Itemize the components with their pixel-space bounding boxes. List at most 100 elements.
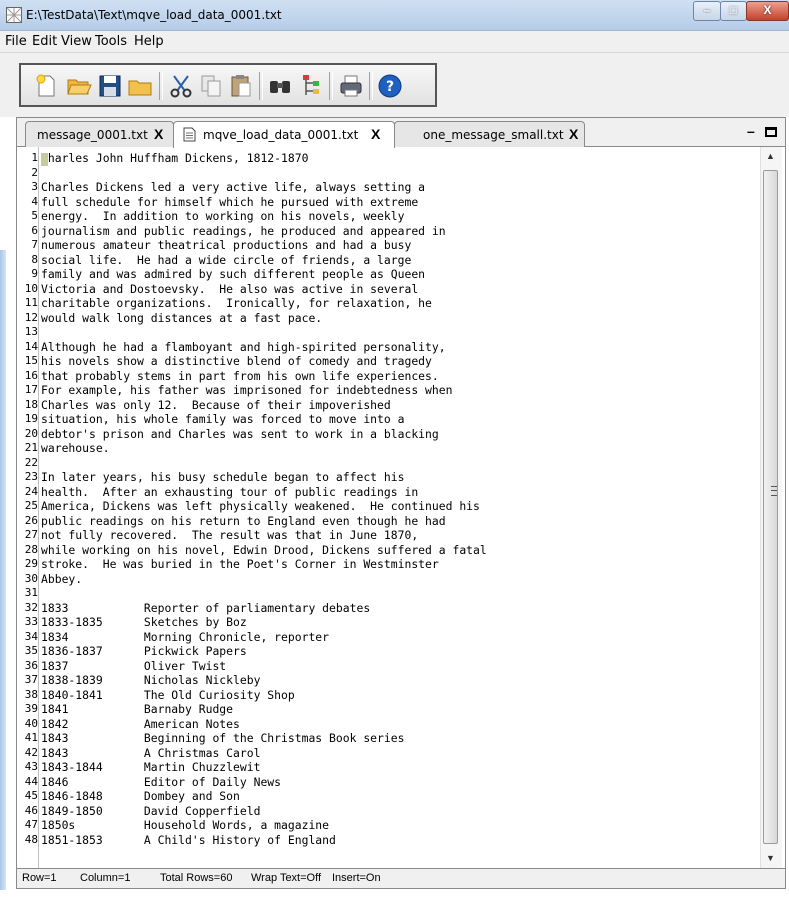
line-number: 45 xyxy=(24,789,38,802)
app-icon xyxy=(6,7,22,23)
folder-icon[interactable] xyxy=(127,73,153,99)
tree-view-icon[interactable] xyxy=(298,73,324,99)
line-number: 16 xyxy=(24,368,38,382)
text-line[interactable]: 1842 American Notes xyxy=(41,717,240,732)
text-line[interactable]: 1833 Reporter of parliamentary debates xyxy=(41,601,370,616)
tab-close-icon[interactable]: X xyxy=(154,126,163,142)
text-line[interactable]: Abbey. xyxy=(41,572,82,587)
tab-one-message-small[interactable]: one_message_small.txt X xyxy=(394,121,585,147)
text-line[interactable]: In later years, his busy schedule began … xyxy=(41,470,404,485)
text-line[interactable]: family and was admired by such different… xyxy=(41,267,425,282)
toolbar-separator xyxy=(329,72,333,100)
text-line[interactable]: Although he had a flamboyant and high-sp… xyxy=(41,340,446,355)
tab-message-0001[interactable]: message_0001.txt X xyxy=(25,121,174,147)
text-line[interactable]: while working on his novel, Edwin Drood,… xyxy=(41,543,487,558)
text-line[interactable]: 1846 Editor of Daily News xyxy=(41,775,281,790)
toolbar-separator xyxy=(369,72,373,100)
text-line[interactable]: energy. In addition to working on his no… xyxy=(41,209,404,224)
close-button[interactable]: X xyxy=(746,1,789,21)
tab-maximize-icon[interactable] xyxy=(765,127,777,137)
scroll-down-icon[interactable]: ▼ xyxy=(766,853,775,863)
text-line[interactable]: America, Dickens was left physically wea… xyxy=(41,499,480,514)
text-line[interactable]: 1850s Household Words, a magazine xyxy=(41,818,329,833)
vertical-scrollbar[interactable]: ▲ ▼ xyxy=(760,147,782,868)
tab-close-icon[interactable]: X xyxy=(371,126,380,142)
open-folder-icon[interactable] xyxy=(66,73,92,99)
text-editor[interactable]: 1 2 3 4 5 6 7 8 9 10 11 12 13 14 15 16 17 18 19 20 21 22 23 24 2… xyxy=(17,147,785,868)
tab-minimize-icon[interactable]: – xyxy=(747,123,755,139)
tab-mqve-load-data-0001[interactable]: mqve_load_data_0001.txt X xyxy=(173,121,395,148)
cut-icon[interactable] xyxy=(168,73,194,99)
help-icon[interactable]: ? xyxy=(377,73,403,99)
text-line[interactable]: 1841 Barnaby Rudge xyxy=(41,702,233,717)
title-bar[interactable]: E:\TestData\Text\mqve_load_data_0001.txt… xyxy=(0,0,789,31)
svg-text:?: ? xyxy=(386,79,394,95)
status-total-rows: Total Rows=60 xyxy=(160,872,233,884)
new-file-icon[interactable] xyxy=(33,73,59,99)
minimize-button[interactable]: – xyxy=(693,1,721,21)
text-line[interactable]: 1836-1837 Pickwick Papers xyxy=(41,644,247,659)
toolbar-separator xyxy=(159,72,163,100)
copy-icon[interactable] xyxy=(198,73,224,99)
text-line[interactable]: 1849-1850 David Copperfield xyxy=(41,804,260,819)
save-icon[interactable] xyxy=(97,73,123,99)
status-wrap-text: Wrap Text=Off xyxy=(251,872,322,884)
line-number: 32 xyxy=(24,600,38,614)
text-line[interactable]: stroke. He was buried in the Poet's Corn… xyxy=(41,557,439,572)
text-line[interactable]: full schedule for himself which he pursu… xyxy=(41,195,418,210)
line-number: 31 xyxy=(24,586,38,599)
tab-label: mqve_load_data_0001.txt xyxy=(203,128,359,142)
scrollbar-thumb[interactable] xyxy=(763,170,778,844)
text-line[interactable]: 1846-1848 Dombey and Son xyxy=(41,789,240,804)
text-line[interactable]: 1834 Morning Chronicle, reporter xyxy=(41,630,329,645)
text-line[interactable]: 1840-1841 The Old Curiosity Shop xyxy=(41,688,295,703)
text-line[interactable]: 1837 Oliver Twist xyxy=(41,659,226,674)
text-line[interactable]: journalism and public readings, he produ… xyxy=(41,224,446,239)
text-line[interactable]: 1838-1839 Nicholas Nickleby xyxy=(41,673,260,688)
line-number: 48 xyxy=(24,832,38,846)
line-number: 4 xyxy=(31,194,38,208)
status-column: Column=1 xyxy=(80,872,131,884)
text-line[interactable]: 1833-1835 Sketches by Boz xyxy=(41,615,247,630)
menu-edit[interactable]: Edit xyxy=(32,34,57,49)
menu-help[interactable]: Help xyxy=(134,34,164,49)
text-line[interactable]: would walk long distances at a fast pace… xyxy=(41,311,322,326)
text-line[interactable]: health. After an exhausting tour of publ… xyxy=(41,485,418,500)
line-number: 40 xyxy=(24,716,38,730)
text-line[interactable]: debtor's prison and Charles was sent to … xyxy=(41,427,439,442)
text-line[interactable]: For example, his father was imprisoned f… xyxy=(41,383,452,398)
text-line[interactable]: his novels show a distinctive blend of c… xyxy=(41,354,432,369)
text-line[interactable]: 1843 A Christmas Carol xyxy=(41,746,260,761)
paste-icon[interactable] xyxy=(228,73,254,99)
line-number: 6 xyxy=(31,223,38,237)
line-number: 7 xyxy=(31,238,38,251)
text-line[interactable]: numerous amateur theatrical productions … xyxy=(41,238,411,253)
window-edge xyxy=(0,250,6,890)
tab-strip: message_0001.txt X mqve_load_data_0001.t… xyxy=(17,118,785,148)
text-line[interactable]: charitable organizations. Ironically, fo… xyxy=(41,296,432,311)
text-line[interactable]: situation, his whole family was forced t… xyxy=(41,412,404,427)
tab-label: one_message_small.txt xyxy=(423,128,564,142)
scroll-up-icon[interactable]: ▲ xyxy=(766,151,775,161)
text-line[interactable]: 1843 Beginning of the Christmas Book ser… xyxy=(41,731,404,746)
menu-file[interactable]: File xyxy=(5,34,27,49)
text-line[interactable]: Victoria and Dostoevsky. He also was act… xyxy=(41,282,418,297)
find-icon[interactable] xyxy=(267,73,293,99)
maximize-button[interactable]: □ xyxy=(720,1,747,21)
text-line[interactable]: not fully recovered. The result was that… xyxy=(41,528,418,543)
tab-close-icon[interactable]: X xyxy=(569,126,578,142)
print-icon[interactable] xyxy=(338,73,364,99)
text-line[interactable]: Charles John Huffham Dickens, 1812-1870 xyxy=(41,151,308,166)
text-line[interactable]: warehouse. xyxy=(41,441,110,456)
text-line[interactable]: social life. He had a wide circle of fri… xyxy=(41,253,411,268)
menu-view[interactable]: View xyxy=(61,34,92,49)
text-line[interactable]: 1851-1853 A Child's History of England xyxy=(41,833,336,848)
menu-tools[interactable]: Tools xyxy=(95,34,127,49)
text-line[interactable]: public readings on his return to England… xyxy=(41,514,446,529)
text-line[interactable]: Charles was only 12. Because of their im… xyxy=(41,398,391,413)
text-line[interactable]: Charles Dickens led a very active life, … xyxy=(41,180,425,195)
line-number: 24 xyxy=(24,484,38,498)
line-number: 1 xyxy=(31,151,38,164)
text-line[interactable]: that probably stems in part from his own… xyxy=(41,369,439,384)
text-line[interactable]: 1843-1844 Martin Chuzzlewit xyxy=(41,760,260,775)
